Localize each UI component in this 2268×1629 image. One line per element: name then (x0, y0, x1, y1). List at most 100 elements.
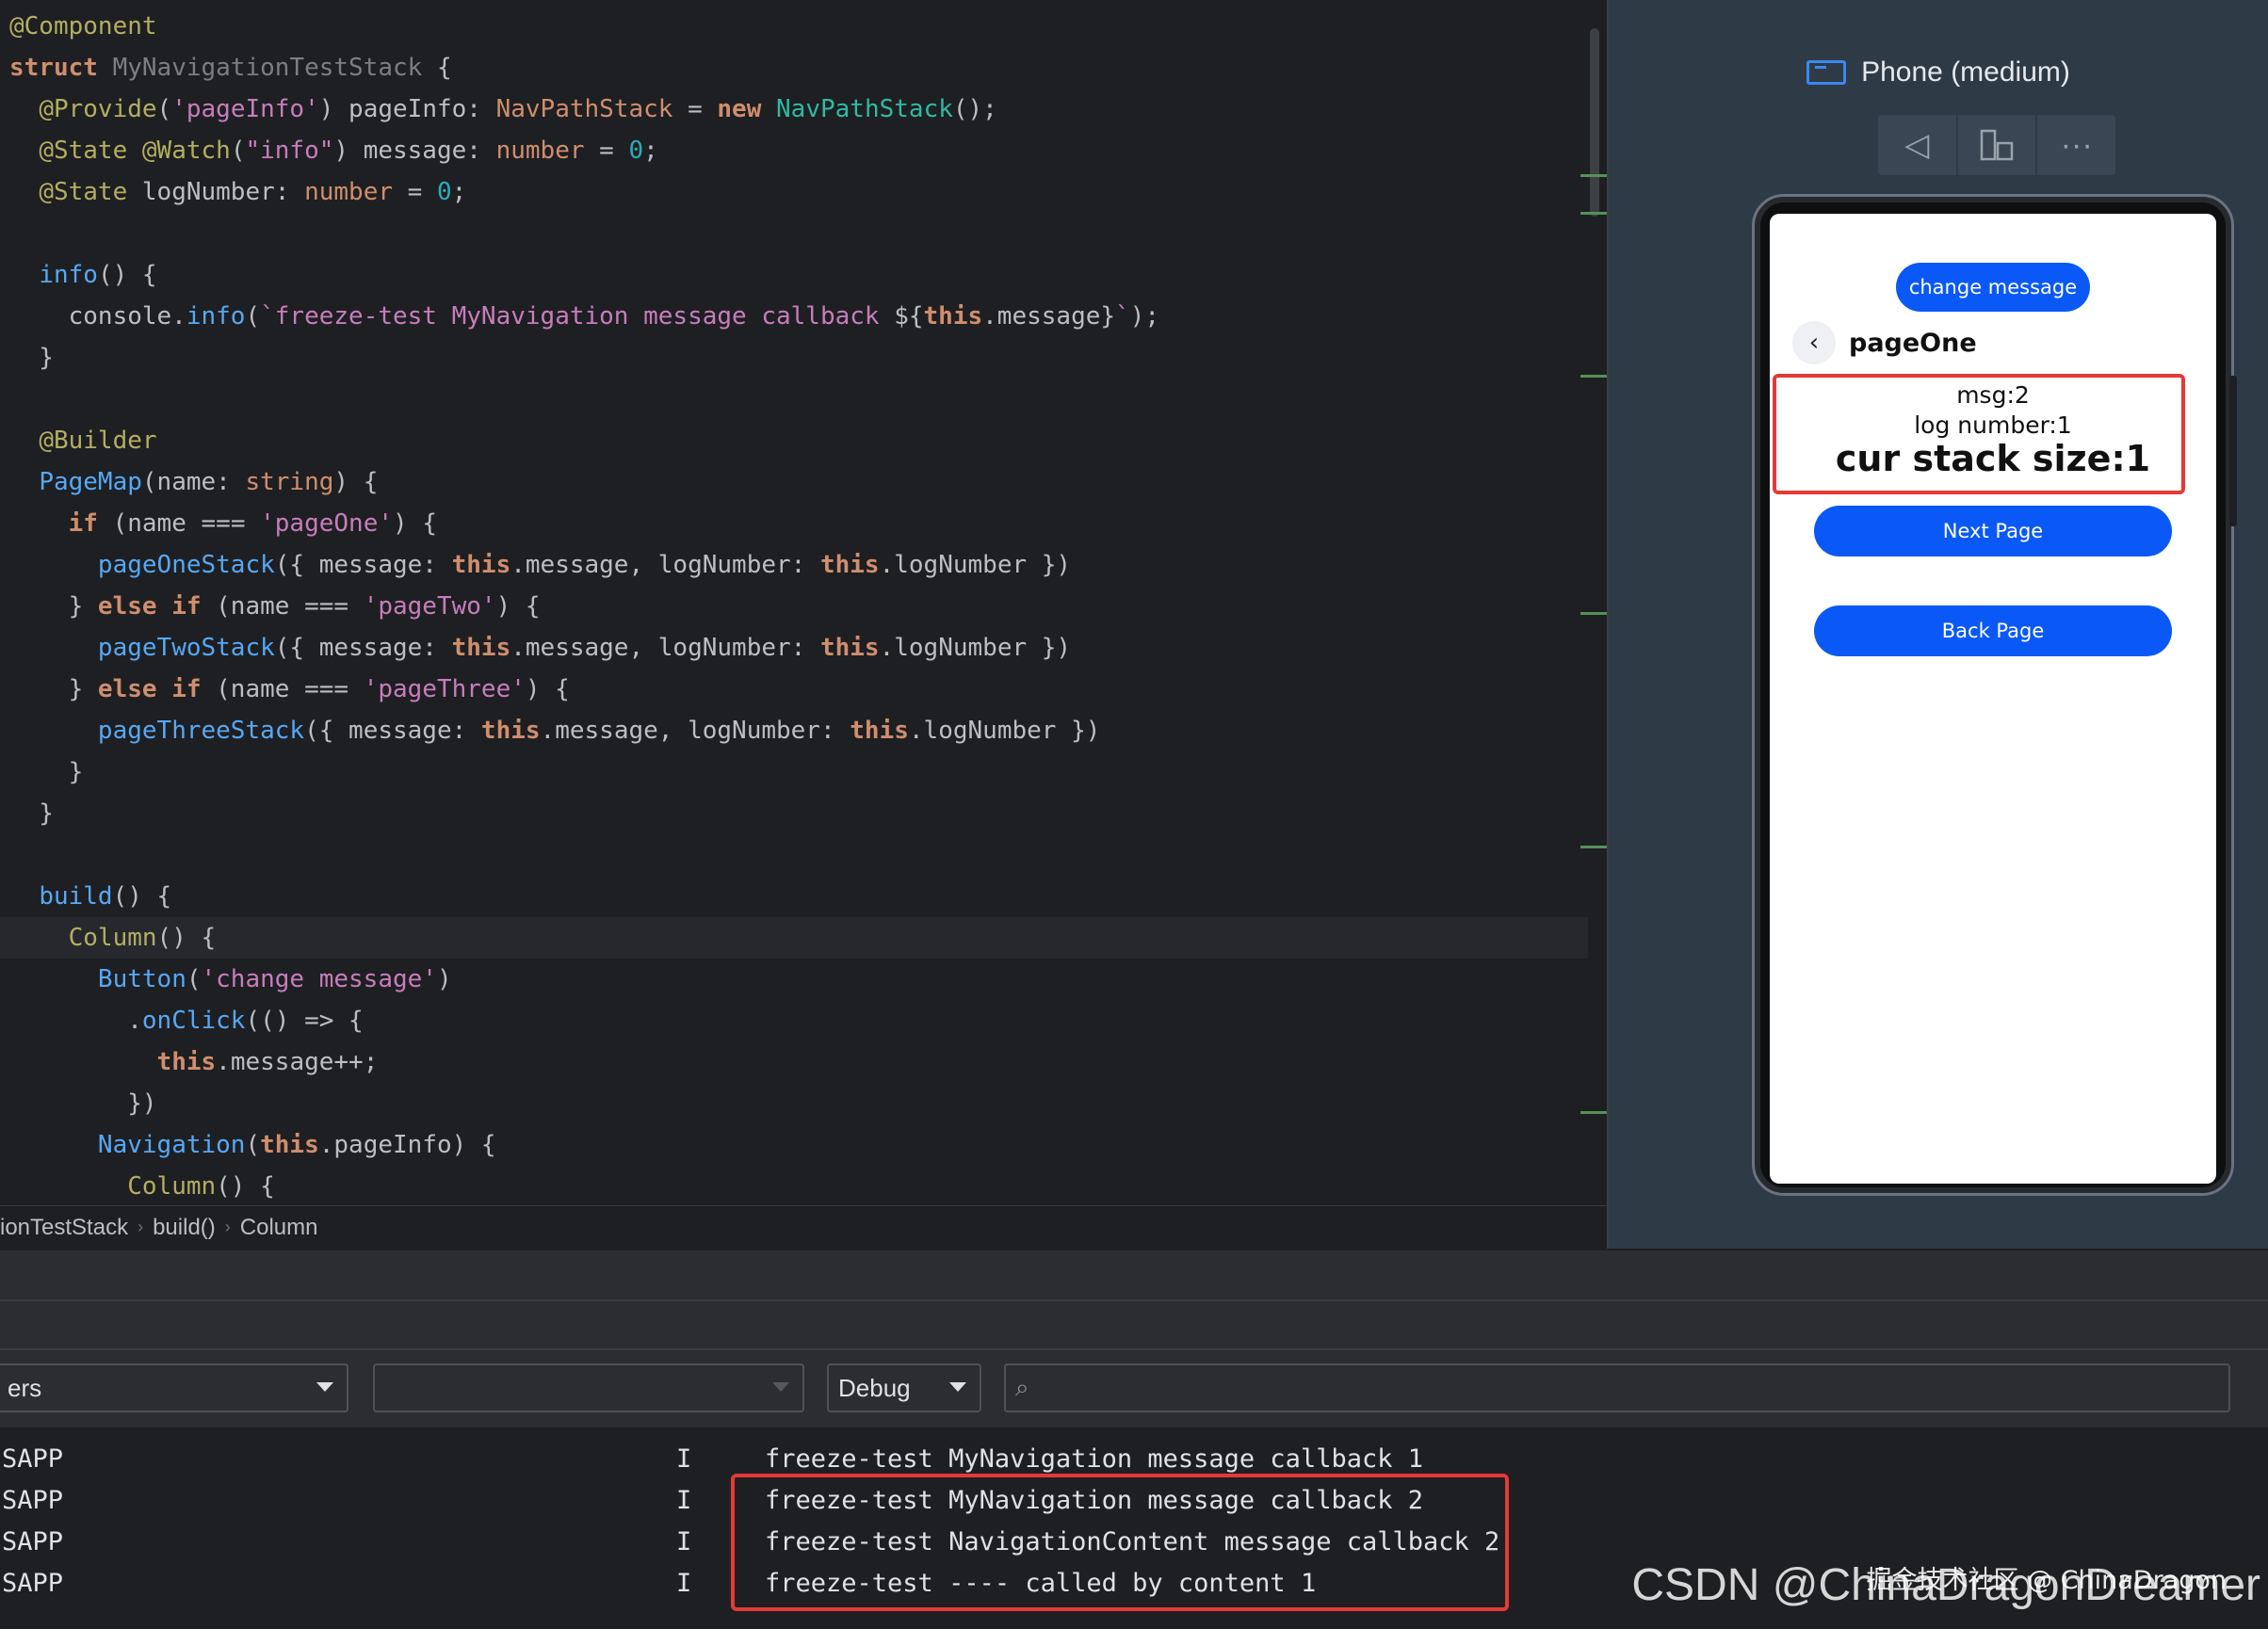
code-token: . (9, 1007, 142, 1035)
process-filter-dropdown[interactable] (373, 1363, 804, 1412)
code-line[interactable]: console.info(`freeze-test MyNavigation m… (0, 296, 1588, 337)
code-token: ) message: (333, 137, 496, 165)
back-arrow-icon[interactable]: ‹ (1792, 321, 1836, 364)
code-line[interactable]: Column() { (0, 1166, 1588, 1205)
code-line[interactable]: @State logNumber: number = 0; (0, 171, 1588, 213)
code-line[interactable] (0, 213, 1588, 254)
code-line[interactable]: pageOneStack({ message: this.message, lo… (0, 544, 1588, 586)
code-token: (name: (141, 468, 246, 496)
code-line[interactable]: if (name === 'pageOne') { (0, 503, 1588, 544)
code-token: "info" (245, 137, 334, 165)
code-line[interactable]: @Provide('pageInfo') pageInfo: NavPathSt… (0, 89, 1588, 130)
code-token: onClick (141, 1007, 246, 1035)
code-editor[interactable]: @Component struct MyNavigationTestStack {… (0, 0, 1607, 1205)
code-token: (name === (97, 509, 261, 538)
code-token: PageMap (39, 468, 142, 496)
log-level: I (676, 1444, 692, 1474)
code-token: Column (68, 924, 157, 952)
code-line[interactable] (0, 834, 1588, 876)
code-token: this (480, 717, 541, 745)
code-token: @State (39, 178, 128, 206)
code-token: .logNumber }) (879, 551, 1072, 579)
code-line[interactable]: Button('change message') (0, 959, 1588, 1000)
code-line[interactable]: info() { (0, 254, 1588, 296)
breadcrumb: ionTestStack › build() › Column (0, 1205, 1607, 1249)
log-search-input[interactable]: ⌕ (1004, 1363, 2230, 1412)
code-line[interactable]: @State @Watch("info") message: number = … (0, 130, 1588, 171)
code-token: info (39, 261, 98, 289)
code-lines[interactable]: @Component struct MyNavigationTestStack {… (0, 6, 1588, 1205)
change-marker (1580, 846, 1607, 848)
code-token: .message} (982, 302, 1116, 331)
code-token: build (39, 882, 113, 911)
code-token: .pageInfo) { (318, 1131, 496, 1159)
code-line[interactable]: } else if (name === 'pageTwo') { (0, 586, 1588, 627)
change-message-button[interactable]: change message (1896, 263, 2090, 312)
code-token: Navigation (97, 1131, 246, 1159)
code-token: .message++; (216, 1048, 379, 1076)
code-line[interactable]: .onClick(() => { (0, 1000, 1588, 1041)
change-marker (1580, 174, 1607, 177)
code-line[interactable]: } else if (name === 'pageThree') { (0, 669, 1588, 710)
code-token: this (156, 1048, 217, 1076)
code-token: .message, logNumber: (540, 717, 850, 745)
msg-text: msg:2 (1956, 381, 2030, 409)
log-level: I (676, 1486, 692, 1515)
device-title[interactable]: Phone (medium) (1609, 56, 2268, 89)
phone-screen: change message ‹ pageOne msg:2 log numbe… (1770, 214, 2216, 1184)
code-token: this (850, 717, 909, 745)
code-line[interactable]: Column() { (0, 917, 1588, 959)
breadcrumb-item[interactable]: Column (231, 1215, 328, 1241)
more-icon[interactable]: ··· (2037, 115, 2115, 175)
code-token: Column (127, 1172, 217, 1201)
code-line[interactable]: @Component (0, 6, 1588, 47)
code-line[interactable]: } (0, 793, 1588, 834)
code-token: ) { (525, 675, 570, 703)
code-line[interactable]: pageTwoStack({ message: this.message, lo… (0, 627, 1588, 669)
device-filter-value: ers (8, 1373, 42, 1402)
code-line[interactable]: pageThreeStack({ message: this.message, … (0, 710, 1588, 751)
code-token: pageOneStack (97, 551, 275, 579)
code-line[interactable]: } (0, 751, 1588, 793)
next-page-button[interactable]: Next Page (1814, 506, 2172, 556)
code-token: 'pageInfo' (171, 95, 319, 123)
log-level-dropdown[interactable]: Debug (827, 1363, 981, 1412)
code-line[interactable]: }) (0, 1083, 1588, 1124)
rotate-device-icon[interactable] (1958, 115, 2038, 175)
back-page-button[interactable]: Back Page (1814, 605, 2172, 656)
code-token: ( (156, 95, 172, 123)
code-token: @Builder (39, 427, 157, 455)
code-line[interactable]: PageMap(name: string) { (0, 461, 1588, 503)
log-tag: SAPP (2, 1444, 64, 1474)
back-triangle-icon[interactable]: ◁ (1878, 115, 1958, 175)
breadcrumb-item[interactable]: ionTestStack (0, 1215, 138, 1241)
code-line[interactable]: build() { (0, 876, 1588, 917)
code-line[interactable] (0, 379, 1588, 420)
code-line[interactable]: @Builder (0, 420, 1588, 461)
code-token: ; (451, 178, 467, 206)
breadcrumb-item[interactable]: build() (143, 1215, 225, 1241)
code-token: () { (216, 1172, 275, 1201)
phone-side-button (2229, 376, 2237, 526)
code-token: ( (230, 137, 246, 165)
navigation-title-bar: ‹ pageOne (1792, 321, 1977, 364)
code-line[interactable]: struct MyNavigationTestStack { (0, 47, 1588, 89)
code-token: = (672, 95, 718, 123)
code-token: new (717, 95, 777, 123)
code-line[interactable]: this.message++; (0, 1041, 1588, 1083)
code-token: else if (97, 675, 202, 703)
editor-scrollbar[interactable] (1590, 28, 1599, 217)
code-token: { (436, 54, 452, 82)
code-line[interactable]: Navigation(this.pageInfo) { (0, 1124, 1588, 1166)
code-token: ( (245, 302, 261, 331)
device-filter-dropdown[interactable]: ers (0, 1363, 348, 1412)
code-line[interactable]: } (0, 337, 1588, 379)
log-panel-toolbar (0, 1299, 2268, 1348)
